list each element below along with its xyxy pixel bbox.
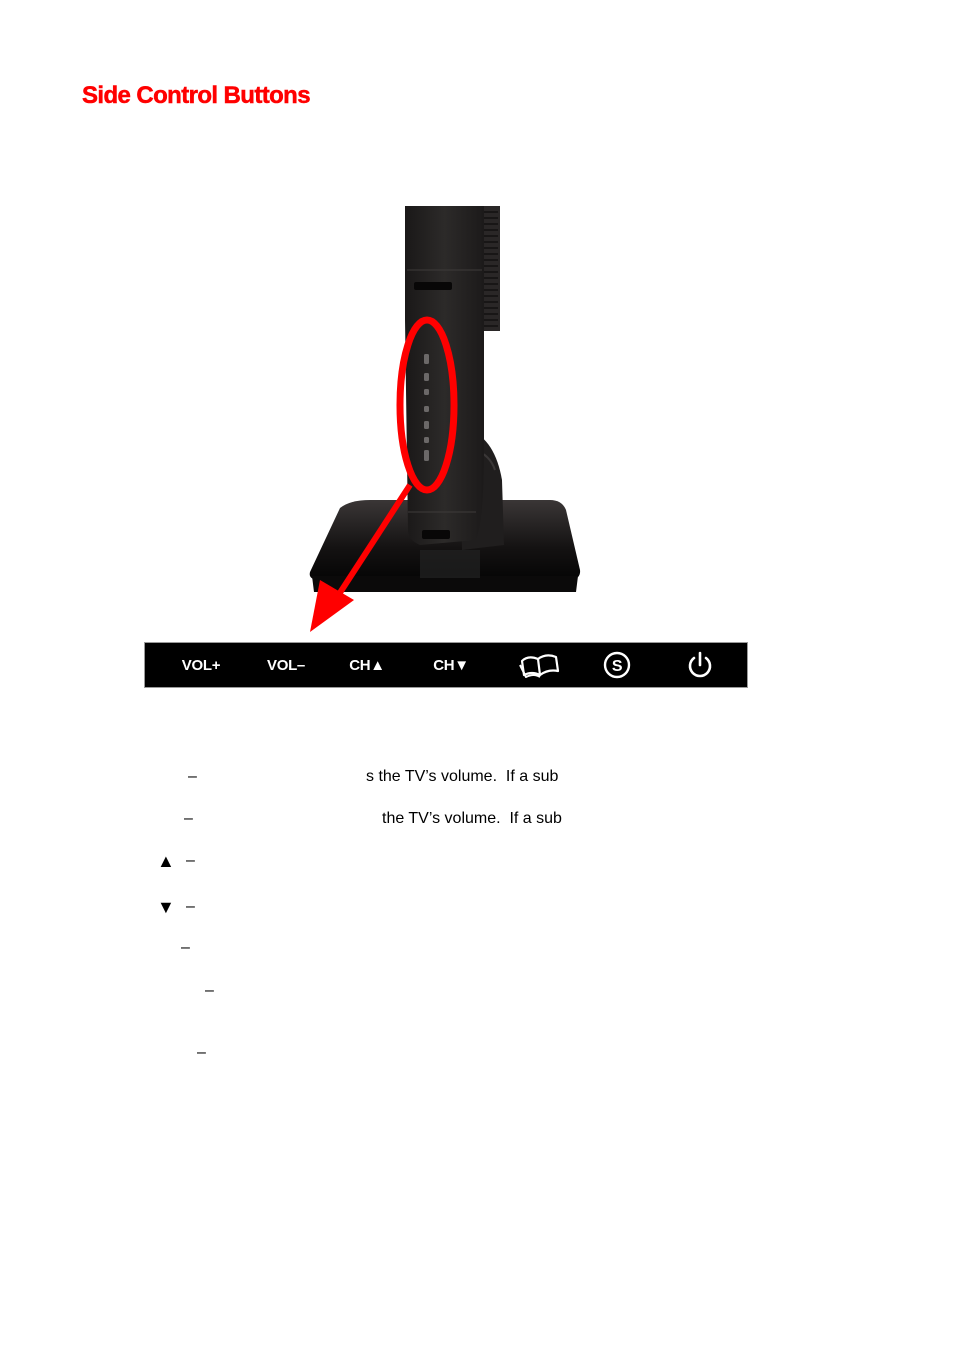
dash: – (186, 852, 195, 869)
bottom-port-slot (422, 530, 450, 539)
source-s-circle-icon: S (603, 651, 631, 679)
power-button[interactable] (679, 643, 721, 687)
menu-button[interactable] (515, 643, 565, 687)
section-heading: Side Control Buttons (82, 82, 311, 110)
tv-illustration (309, 206, 581, 632)
channel-down-button[interactable]: CH▼ (421, 643, 481, 687)
up-triangle-icon: ▲ (157, 851, 175, 871)
tv-side-view-figure (290, 200, 590, 640)
description-text: s the TV’s volume. If a sub (366, 768, 559, 785)
dash: – (188, 768, 197, 785)
dash: – (181, 939, 190, 956)
vol-up-label: VOL+ (181, 656, 221, 674)
rear-vents (482, 206, 500, 331)
open-book-icon (519, 654, 560, 678)
svg-text:S: S (612, 658, 623, 675)
channel-up-label: CH▲ (349, 656, 385, 674)
vol-up-button[interactable]: VOL+ (165, 643, 237, 687)
power-icon (688, 651, 712, 678)
vol-down-button[interactable]: VOL– (249, 643, 323, 687)
vol-down-label: VOL– (267, 656, 305, 674)
channel-up-button[interactable]: CH▲ (337, 643, 397, 687)
dash: – (186, 898, 195, 915)
dash: – (197, 1044, 206, 1061)
tv-body (405, 206, 484, 545)
source-button[interactable]: S (597, 643, 637, 687)
dash: – (184, 810, 193, 827)
top-port-slot (414, 282, 452, 290)
down-triangle-icon: ▼ (157, 897, 175, 917)
description-text: the TV’s volume. If a sub (382, 810, 562, 827)
dash: – (205, 982, 214, 999)
channel-down-label: CH▼ (433, 656, 469, 674)
button-legend-strip: VOL+ VOL– CH▲ CH▼ S (144, 642, 748, 688)
